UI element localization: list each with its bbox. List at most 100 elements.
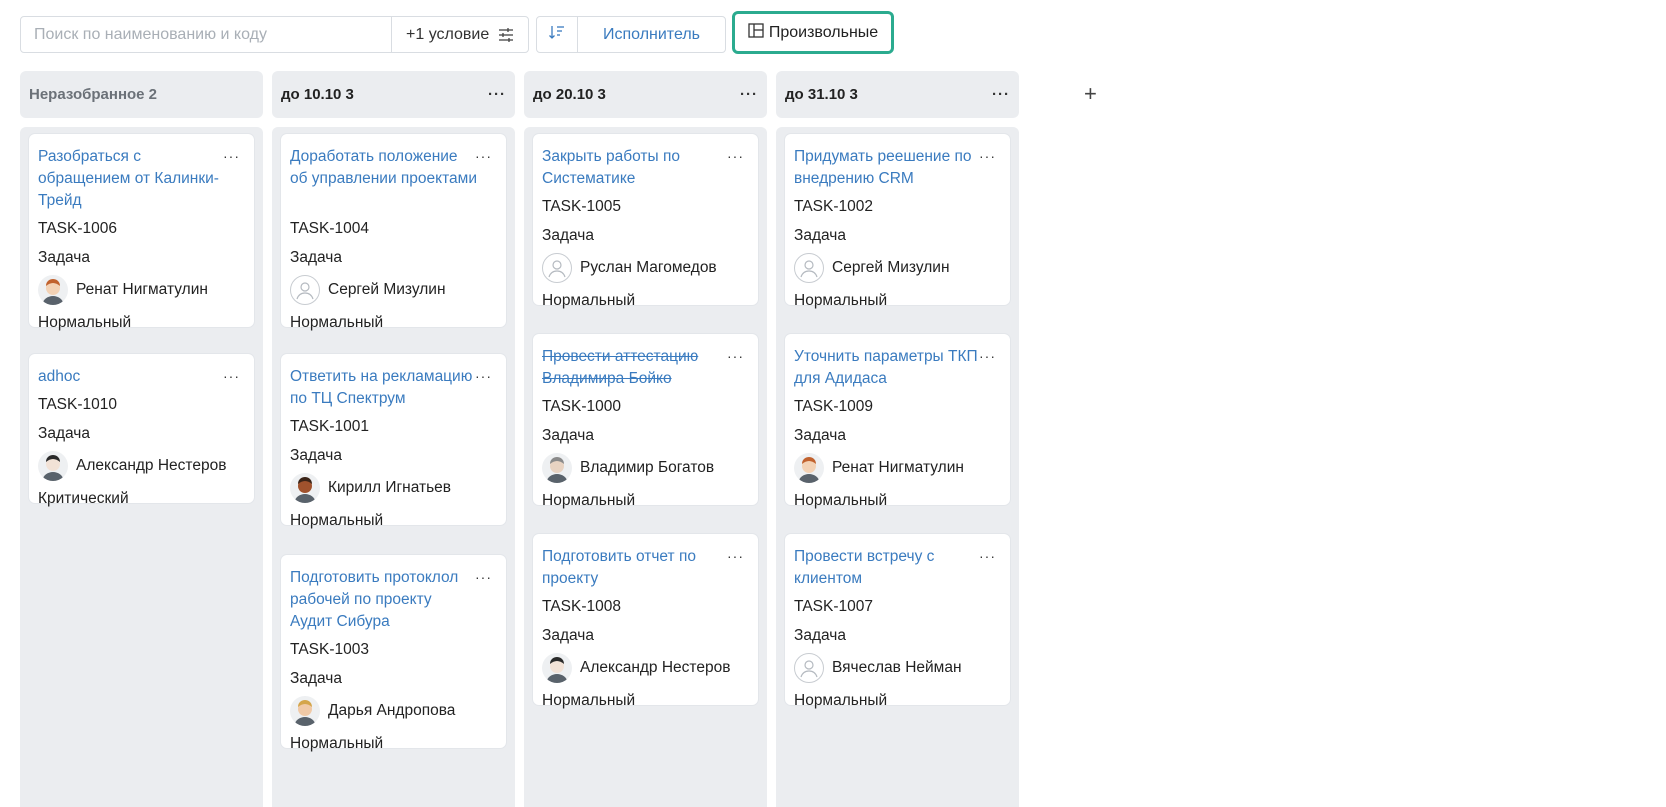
task-assignee[interactable]: Александр Нестеров [38, 451, 226, 481]
task-card[interactable]: Подготовить протоклол рабочей по проекту… [281, 555, 506, 752]
task-card[interactable]: Разобраться с обращением от Калинки-Трей… [29, 134, 254, 331]
task-assignee[interactable]: Руслан Магомедов [542, 253, 717, 283]
task-title-link[interactable]: Ответить на рекламацию по ТЦ Спектрум [290, 366, 478, 410]
task-card[interactable]: Закрыть работы по Систематике ··· TASK-100… [533, 134, 758, 309]
task-card[interactable]: adhoc ··· TASK-1010 Задача Александр Нестеро… [29, 354, 254, 507]
user-placeholder-icon [542, 253, 572, 283]
task-priority: Нормальный [290, 512, 384, 529]
task-title-link[interactable]: Придумать реешение по внедрению CRM [794, 146, 982, 190]
add-column-button[interactable]: + [1084, 81, 1097, 107]
task-type: Задача [542, 427, 595, 444]
task-priority: Нормальный [542, 292, 636, 309]
task-title-link[interactable]: Провести встречу с клиентом [794, 546, 982, 590]
card-menu-icon[interactable]: ··· [223, 148, 240, 164]
filter-conditions-button[interactable]: +1 условие [391, 17, 528, 52]
task-title-link[interactable]: adhoc [38, 366, 226, 388]
column-title: до 20.10 3 [533, 86, 606, 103]
card-menu-icon[interactable]: ··· [727, 148, 744, 164]
assignee-name: Вячеслав Нейман [832, 659, 962, 676]
card-menu-icon[interactable]: ··· [727, 348, 744, 364]
column-title: Неразобранное 2 [29, 86, 158, 103]
card-menu-icon[interactable]: ··· [979, 148, 996, 164]
task-priority: Нормальный [542, 492, 636, 509]
column-header: Неразобранное 2 [20, 71, 263, 118]
assignee-name: Руслан Магомедов [580, 259, 717, 276]
task-code: TASK-1003 [290, 641, 369, 658]
task-card[interactable]: Подготовить отчет по проекту ··· TASK-1008… [533, 534, 758, 709]
avatar [38, 451, 68, 481]
task-assignee[interactable]: Ренат Нигматулин [38, 275, 208, 305]
group-by-assignee-button[interactable]: Исполнитель [578, 17, 725, 52]
task-type: Задача [542, 627, 595, 644]
task-type: Задача [38, 249, 91, 266]
task-code: TASK-1010 [38, 396, 117, 413]
avatar [290, 696, 320, 726]
task-priority: Нормальный [38, 314, 132, 331]
task-type: Задача [794, 227, 847, 244]
avatar [542, 653, 572, 683]
filter-conditions-label: +1 условие [406, 25, 490, 43]
task-title-link[interactable]: Доработать положение об управлении проек… [290, 146, 478, 190]
task-assignee[interactable]: Вячеслав Нейман [794, 653, 962, 683]
task-assignee[interactable]: Александр Нестеров [542, 653, 730, 683]
task-type: Задача [794, 427, 847, 444]
column-menu-icon[interactable]: ··· [488, 87, 506, 102]
task-title-link[interactable]: Разобраться с обращением от Калинки-Трей… [38, 146, 226, 212]
card-menu-icon[interactable]: ··· [475, 148, 492, 164]
task-card[interactable]: Придумать реешение по внедрению CRM ··· TA… [785, 134, 1010, 309]
sort-button[interactable] [537, 17, 578, 52]
card-menu-icon[interactable]: ··· [727, 548, 744, 564]
task-assignee[interactable]: Владимир Богатов [542, 453, 714, 483]
task-type: Задача [290, 670, 343, 687]
task-assignee[interactable]: Ренат Нигматулин [794, 453, 964, 483]
task-code: TASK-1004 [290, 220, 369, 237]
custom-grouping-content: Произвольные [748, 22, 878, 43]
task-title-link[interactable]: Уточнить параметры ТКП для Адидаса [794, 346, 982, 390]
column-menu-icon[interactable]: ··· [740, 87, 758, 102]
avatar [290, 473, 320, 503]
assignee-name: Дарья Андропова [328, 702, 456, 719]
task-title-link[interactable]: Провести аттестацию Владимира Бойко [542, 346, 730, 390]
task-code: TASK-1000 [542, 398, 621, 415]
assignee-name: Сергей Мизулин [328, 281, 446, 298]
search-input[interactable] [21, 17, 391, 52]
task-assignee[interactable]: Кирилл Игнатьев [290, 473, 451, 503]
task-code: TASK-1009 [794, 398, 873, 415]
task-title-link[interactable]: Закрыть работы по Систематике [542, 146, 730, 190]
task-type: Задача [794, 627, 847, 644]
task-code: TASK-1006 [38, 220, 117, 237]
task-title-link[interactable]: Подготовить отчет по проекту [542, 546, 730, 590]
task-priority: Нормальный [290, 735, 384, 752]
task-card[interactable]: Уточнить параметры ТКП для Адидаса ··· TAS… [785, 334, 1010, 509]
task-card[interactable]: Доработать положение об управлении проек… [281, 134, 506, 331]
task-priority: Нормальный [794, 492, 888, 509]
column-body: Закрыть работы по Систематике ··· TASK-100… [524, 127, 767, 807]
task-card[interactable]: Провести встречу с клиентом ··· TASK-1007 З… [785, 534, 1010, 709]
column-body: Доработать положение об управлении проек… [272, 127, 515, 807]
sort-group: Исполнитель [536, 16, 726, 53]
task-code: TASK-1005 [542, 198, 621, 215]
card-menu-icon[interactable]: ··· [475, 368, 492, 384]
task-code: TASK-1007 [794, 598, 873, 615]
column-header: до 10.10 3 ··· [272, 71, 515, 118]
assignee-name: Александр Нестеров [76, 457, 227, 474]
assignee-name: Александр Нестеров [580, 659, 731, 676]
card-menu-icon[interactable]: ··· [979, 548, 996, 564]
user-placeholder-icon [794, 253, 824, 283]
card-menu-icon[interactable]: ··· [979, 348, 996, 364]
assignee-name: Сергей Мизулин [832, 259, 950, 276]
column-body: Придумать реешение по внедрению CRM ··· TA… [776, 127, 1019, 807]
task-card[interactable]: Ответить на рекламацию по ТЦ Спектрум ···… [281, 354, 506, 529]
task-card[interactable]: Провести аттестацию Владимира Бойко ··· TA… [533, 334, 758, 509]
task-assignee[interactable]: Дарья Андропова [290, 696, 455, 726]
task-type: Задача [38, 425, 91, 442]
task-assignee[interactable]: Сергей Мизулин [794, 253, 950, 283]
sliders-icon [498, 27, 514, 42]
column-menu-icon[interactable]: ··· [992, 87, 1010, 102]
card-menu-icon[interactable]: ··· [475, 569, 492, 585]
task-title-link[interactable]: Подготовить протоклол рабочей по проекту… [290, 567, 478, 633]
card-menu-icon[interactable]: ··· [223, 368, 240, 384]
task-assignee[interactable]: Сергей Мизулин [290, 275, 446, 305]
task-priority: Нормальный [542, 692, 636, 709]
custom-grouping-button[interactable]: Произвольные [732, 11, 894, 54]
